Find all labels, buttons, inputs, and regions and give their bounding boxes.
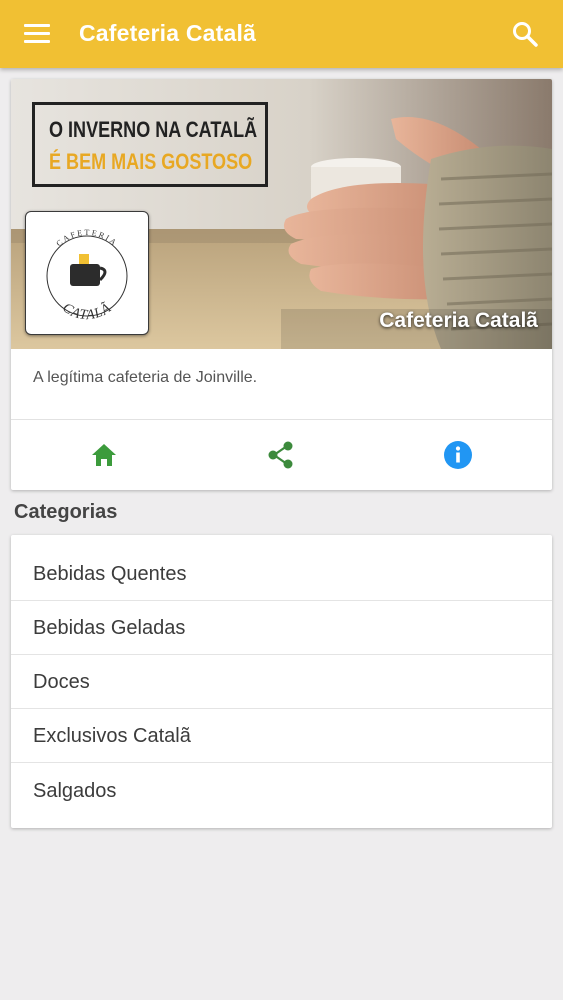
app-title: Cafeteria Catalã — [79, 20, 257, 46]
store-logo-image: CAFETERIA CATALÃ — [46, 228, 128, 324]
share-icon[interactable] — [265, 439, 297, 471]
slogan-line-1: O INVERNO NA CATALÃ — [49, 117, 258, 142]
search-icon[interactable] — [511, 20, 539, 48]
svg-text:CATALÃ: CATALÃ — [59, 299, 114, 324]
category-label: Exclusivos Catalã — [33, 725, 191, 747]
category-label: Bebidas Quentes — [33, 563, 187, 585]
store-banner: O INVERNO NA CATALÃ É BEM MAIS GOSTOSO C… — [11, 79, 552, 349]
category-label: Doces — [33, 671, 90, 693]
app-bar: Cafeteria Catalã — [0, 0, 563, 68]
home-icon[interactable] — [88, 439, 120, 471]
categories-title: Categorias — [14, 501, 118, 523]
card-divider — [11, 419, 552, 420]
category-item[interactable]: Exclusivos Catalã — [11, 709, 552, 763]
category-label: Salgados — [33, 780, 117, 802]
store-header-card: O INVERNO NA CATALÃ É BEM MAIS GOSTOSO C… — [11, 79, 552, 490]
slogan-line-2: É BEM MAIS GOSTOSO — [49, 149, 253, 174]
category-item[interactable]: Bebidas Quentes — [11, 535, 552, 601]
categories-list: Bebidas Quentes Bebidas Geladas Doces Ex… — [11, 535, 552, 817]
banner-slogan: O INVERNO NA CATALÃ É BEM MAIS GOSTOSO — [32, 102, 268, 187]
categories-card: Bebidas Quentes Bebidas Geladas Doces Ex… — [11, 535, 552, 828]
store-logo: CAFETERIA CATALÃ — [25, 211, 149, 335]
banner-store-name: Cafeteria Catalã — [379, 309, 538, 332]
category-item[interactable]: Doces — [11, 655, 552, 709]
info-icon[interactable] — [442, 439, 474, 471]
category-label: Bebidas Geladas — [33, 617, 186, 639]
category-item[interactable]: Bebidas Geladas — [11, 601, 552, 655]
menu-icon[interactable] — [24, 22, 50, 46]
store-tagline: A legítima cafeteria de Joinville. — [33, 369, 258, 386]
svg-text:CAFETERIA: CAFETERIA — [54, 228, 119, 248]
category-item[interactable]: Salgados — [11, 763, 552, 817]
